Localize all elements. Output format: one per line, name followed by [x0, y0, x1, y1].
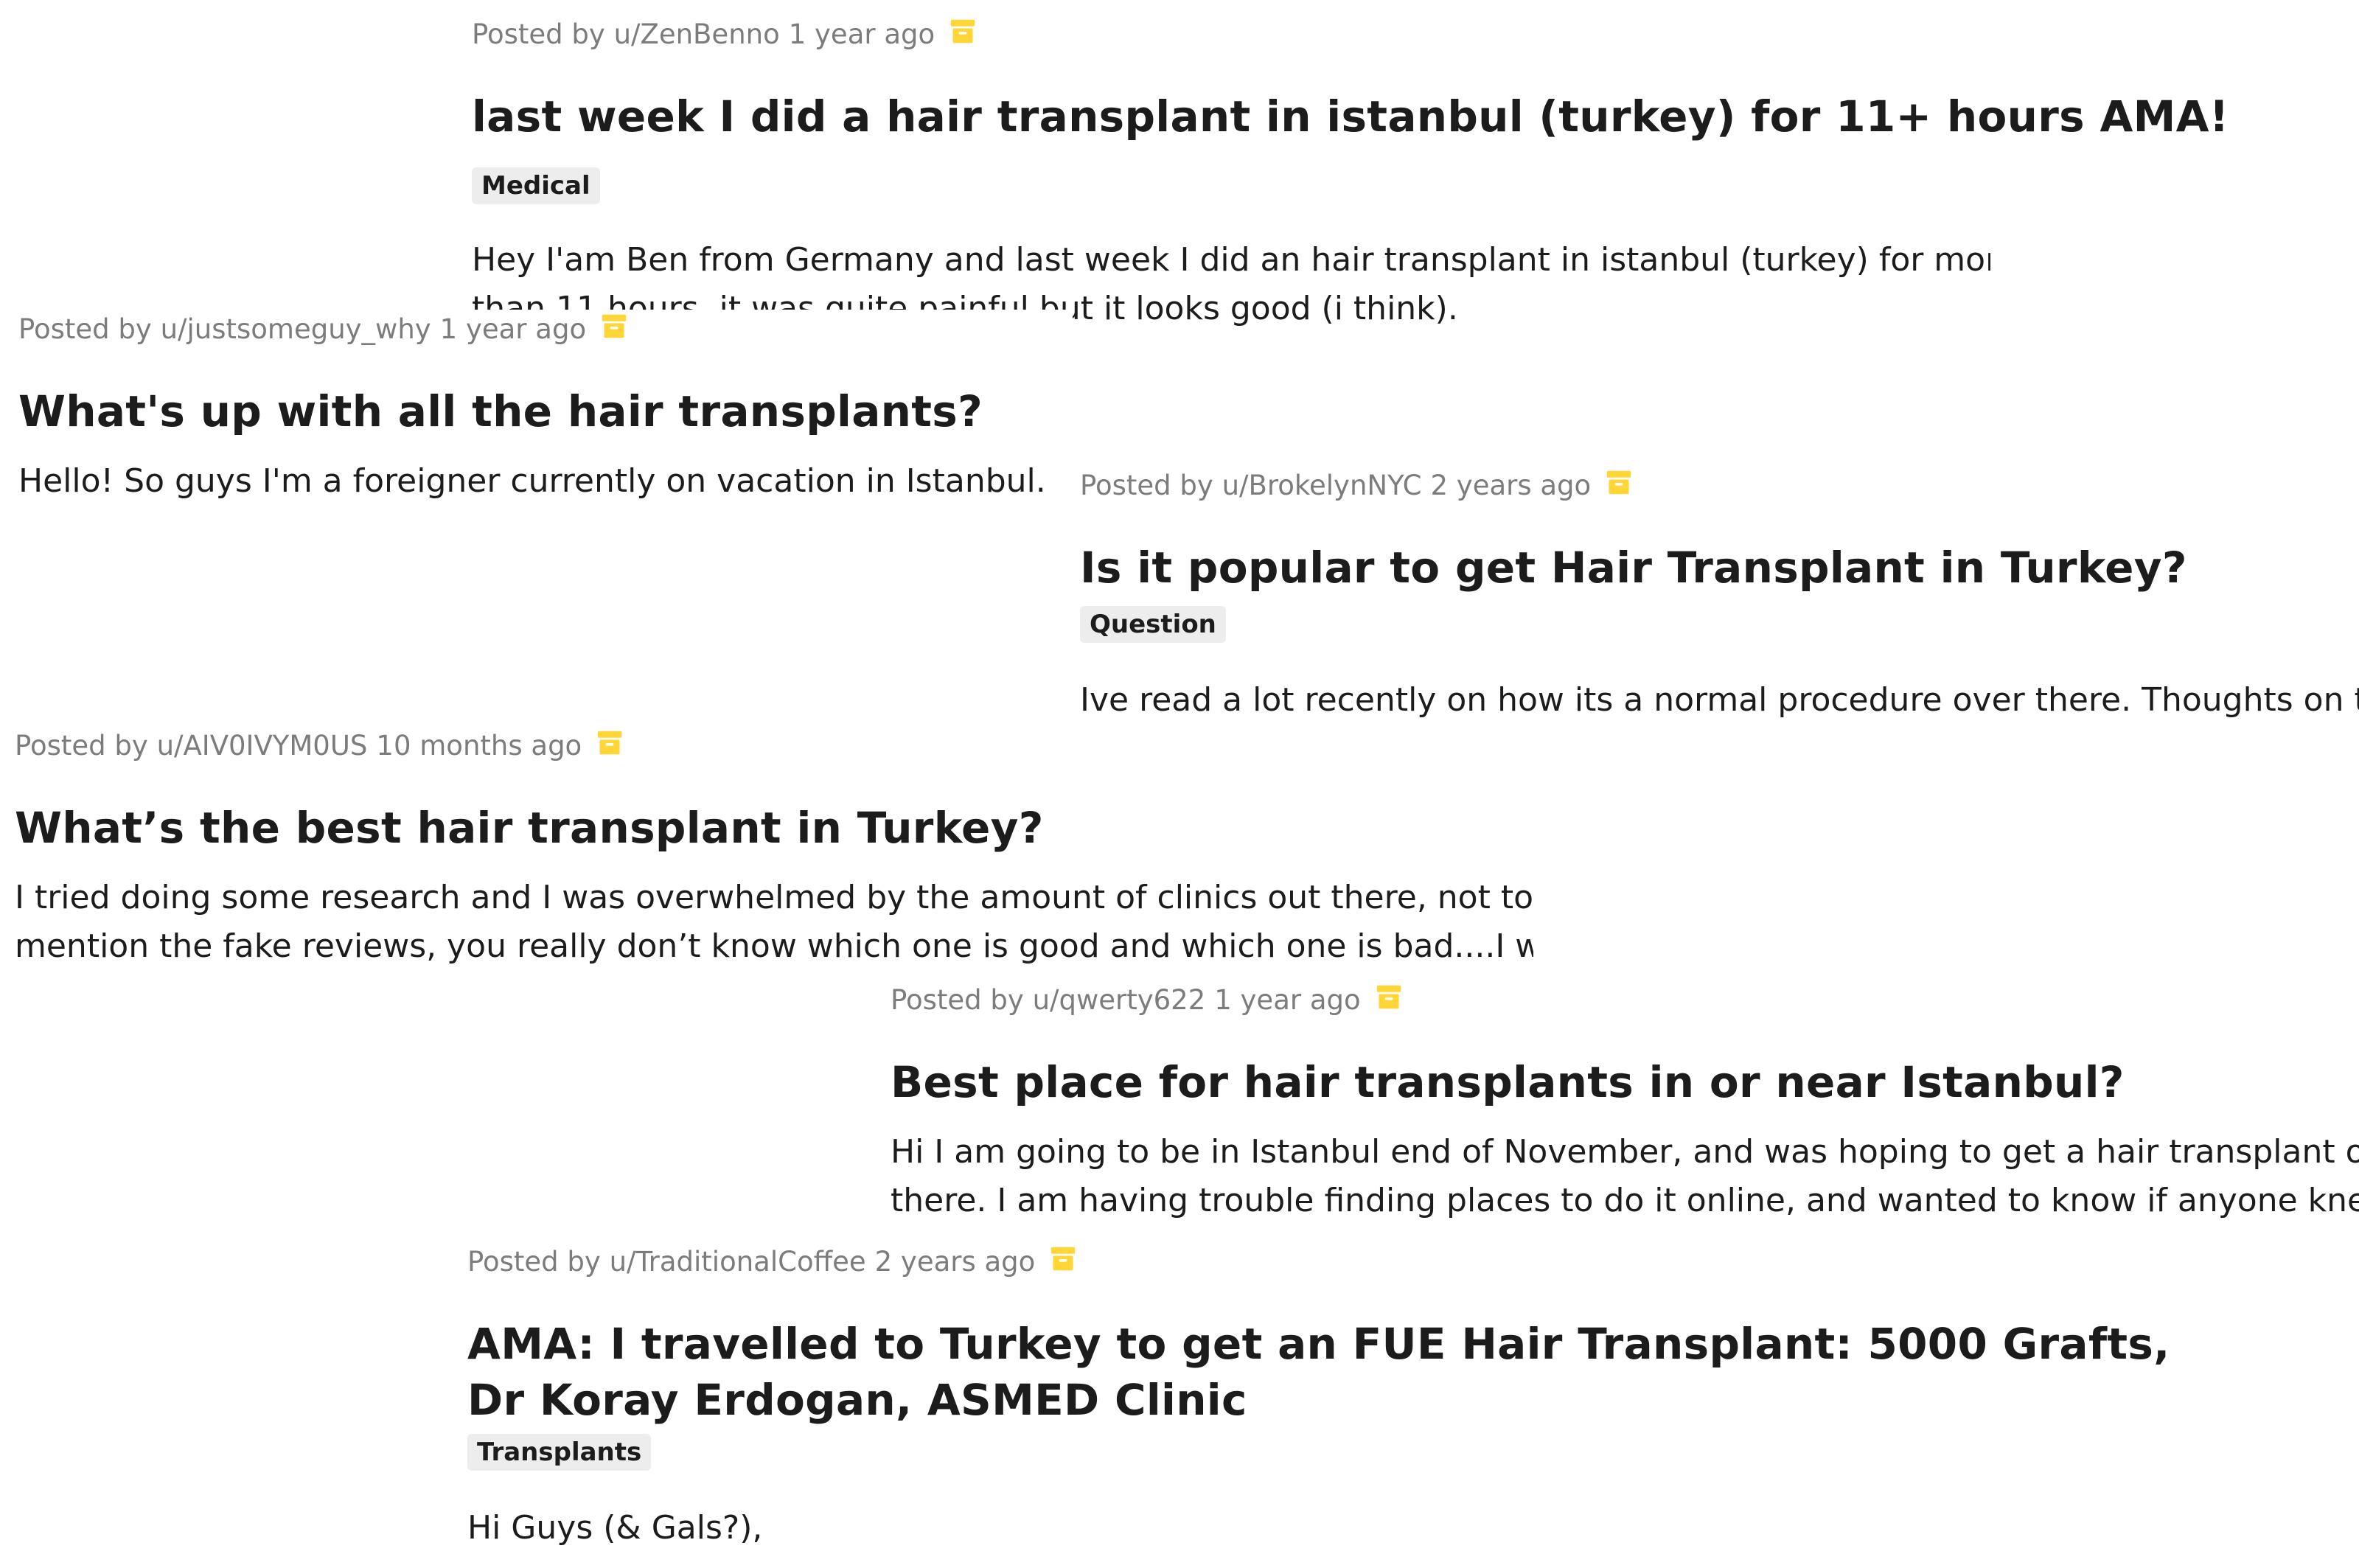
post-card-justsomeguy-why[interactable]: Posted by u/justsomeguy_why 1 year ago W…: [18, 310, 1073, 501]
post-title[interactable]: Is it popular to get Hair Transplant in …: [1080, 540, 2187, 596]
posted-by-link[interactable]: Posted by u/BrokelynNYC: [1080, 470, 1422, 501]
post-title[interactable]: What's up with all the hair transplants?: [18, 383, 983, 439]
body-line: Hi Guys (& Gals?),: [467, 1509, 763, 1547]
posted-by-link[interactable]: Posted by u/TraditionalCoffee: [467, 1246, 866, 1278]
archive-box-icon: [1051, 1247, 1076, 1271]
post-age: 10 months ago: [376, 729, 582, 762]
archive-box-icon: [1376, 985, 1401, 1009]
body-line: I tried doing some research and I was ov…: [15, 879, 1533, 916]
posted-by-link[interactable]: Posted by u/AIV0IVYM0US: [15, 730, 367, 762]
post-age: 1 year ago: [1214, 983, 1361, 1016]
archive-box-icon: [950, 19, 975, 43]
post-flair[interactable]: Question: [1080, 606, 1226, 643]
post-card-zenbenno[interactable]: Posted by u/ZenBenno 1 year ago last wee…: [472, 15, 2229, 327]
post-body-preview: Ive read a lot recently on how its a nor…: [1080, 676, 2359, 725]
body-line: Hey I'am Ben from Germany and last week …: [472, 241, 1990, 279]
post-card-brokelynnyc[interactable]: Posted by u/BrokelynNYC 2 years ago Is i…: [1080, 466, 2359, 724]
post-card-qwerty622[interactable]: Posted by u/qwerty622 1 year ago Best pl…: [891, 980, 2359, 1224]
post-title[interactable]: AMA: I travelled to Turkey to get an FUE…: [467, 1316, 2170, 1428]
body-line: Hi I am going to be in Istanbul end of N…: [891, 1133, 2359, 1171]
post-age: 2 years ago: [874, 1245, 1036, 1278]
post-title[interactable]: last week I did a hair transplant in ist…: [472, 88, 2229, 144]
post-card-aiv0ivym0us[interactable]: Posted by u/AIV0IVYM0US 10 months ago Wh…: [15, 726, 1533, 969]
post-age: 1 year ago: [788, 18, 935, 50]
post-title[interactable]: Best place for hair transplants in or ne…: [891, 1054, 2125, 1110]
post-age: 1 year ago: [439, 313, 587, 345]
posted-by-link[interactable]: Posted by u/justsomeguy_why: [18, 313, 431, 345]
posted-by-link[interactable]: Posted by u/qwerty622: [891, 984, 1205, 1016]
post-meta: Posted by u/qwerty622 1 year ago: [891, 980, 1402, 1019]
post-title[interactable]: What’s the best hair transplant in Turke…: [15, 800, 1044, 856]
post-body-preview: Hi Guys (& Gals?),: [467, 1504, 2015, 1553]
post-meta: Posted by u/BrokelynNYC 2 years ago: [1080, 466, 1632, 504]
title-line: AMA: I travelled to Turkey to get an FUE…: [467, 1319, 2170, 1369]
post-flair[interactable]: Transplants: [467, 1434, 652, 1471]
post-meta: Posted by u/AIV0IVYM0US 10 months ago: [15, 726, 623, 764]
body-line: Ive read a lot recently on how its a nor…: [1080, 681, 2359, 719]
posted-by-link[interactable]: Posted by u/ZenBenno: [472, 18, 780, 50]
post-meta: Posted by u/TraditionalCoffee 2 years ag…: [467, 1242, 1076, 1280]
archive-box-icon: [1606, 470, 1631, 495]
post-meta: Posted by u/justsomeguy_why 1 year ago: [18, 310, 627, 348]
post-body-preview: Hi I am going to be in Istanbul end of N…: [891, 1128, 2359, 1219]
post-card-traditionalcoffee[interactable]: Posted by u/TraditionalCoffee 2 years ag…: [467, 1242, 2170, 1568]
body-line: there. I am having trouble finding place…: [891, 1182, 2359, 1219]
archive-box-icon: [602, 314, 627, 338]
body-line: Hello! So guys I'm a foreigner currently…: [18, 462, 1046, 500]
post-flair[interactable]: Medical: [472, 167, 600, 204]
post-meta: Posted by u/ZenBenno 1 year ago: [472, 15, 976, 53]
body-line: mention the fake reviews, you really don…: [15, 927, 1533, 965]
archive-box-icon: [597, 731, 622, 755]
post-body-preview: I tried doing some research and I was ov…: [15, 874, 1533, 971]
post-body-preview: Hello! So guys I'm a foreigner currently…: [18, 457, 1050, 506]
title-line: Dr Koray Erdogan, ASMED Clinic: [467, 1375, 1247, 1425]
post-age: 2 years ago: [1430, 469, 1592, 501]
